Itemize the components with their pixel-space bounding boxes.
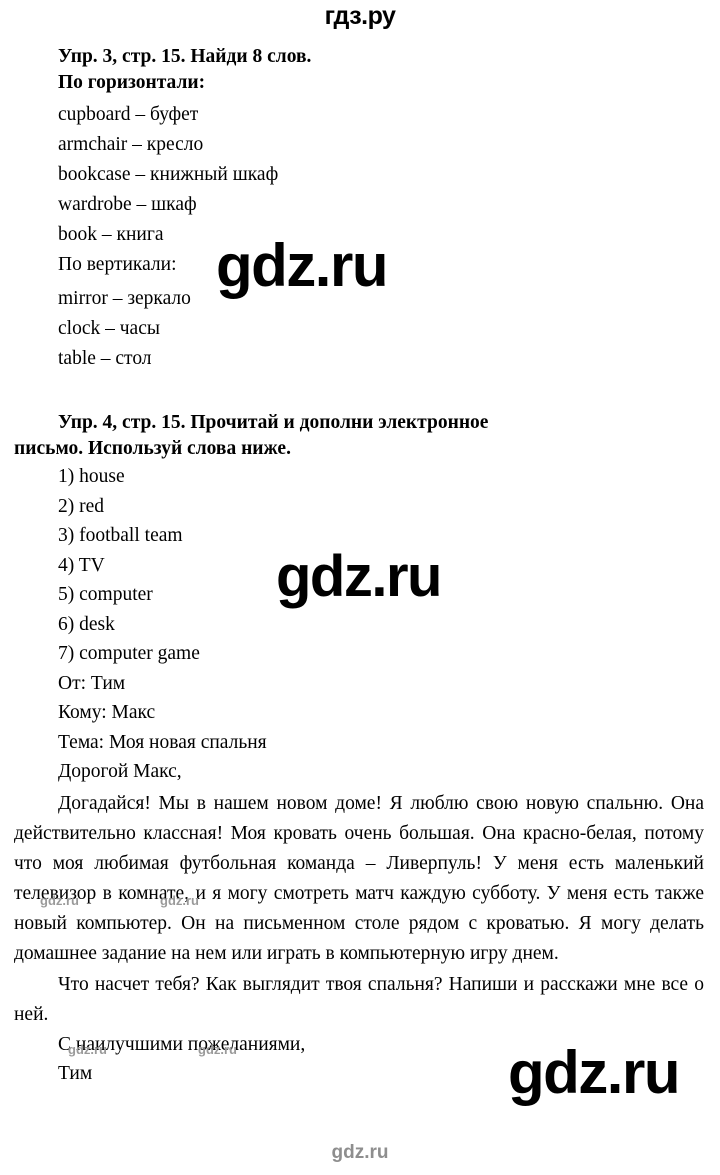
across-label: По горизонтали: bbox=[58, 72, 206, 93]
list-item: armchair – кресло bbox=[58, 134, 204, 155]
answer-page: гдз.ру Упр. 3, стр. 15. Найди 8 слов. По… bbox=[0, 0, 720, 1175]
list-item: cupboard – буфет bbox=[58, 104, 199, 125]
email-subject: Тема: Моя новая спальня bbox=[58, 731, 267, 753]
watermark-large-middle: gdz.ru bbox=[276, 544, 442, 609]
watermark-small-2: gdz.ru bbox=[160, 893, 199, 908]
email-paragraph-1: Догадайся! Мы в нашем новом доме! Я любл… bbox=[14, 792, 704, 964]
email-header-block: От: Тим Кому: Макс Тема: Моя новая спаль… bbox=[14, 669, 706, 787]
exercise-3-heading: Упр. 3, стр. 15. Найди 8 слов. bbox=[58, 46, 312, 67]
list-item: clock – часы bbox=[58, 318, 160, 339]
watermark-small-4: gdz.ru bbox=[198, 1042, 237, 1057]
email-paragraph-2: Что насчет тебя? Как выглядит твоя спаль… bbox=[14, 973, 704, 1025]
list-item: bookcase – книжный шкаф bbox=[58, 164, 279, 185]
watermark-large-bottom: gdz.ru bbox=[508, 1039, 680, 1106]
across-word-list: cupboard – буфет armchair – кресло bookc… bbox=[14, 100, 706, 250]
watermark-small-1: gdz.ru bbox=[40, 893, 79, 908]
site-brand-top: гдз.ру bbox=[324, 2, 396, 30]
email-salutation: Дорогой Макс, bbox=[58, 761, 182, 782]
watermark-large-top: gdz.ru bbox=[216, 232, 388, 299]
list-item: wardrobe – шкаф bbox=[58, 194, 197, 215]
list-item: 2) red bbox=[58, 495, 105, 517]
exercise-4-heading-line2: письмо. Используй слова ниже. bbox=[14, 438, 291, 459]
list-item: 1) house bbox=[58, 466, 125, 487]
list-item: 6) desk bbox=[58, 613, 115, 635]
exercise-4-heading-line1: Упр. 4, стр. 15. Прочитай и дополни элек… bbox=[58, 412, 489, 433]
watermark-small-3: gdz.ru bbox=[68, 1042, 107, 1057]
watermark-footer: gdz.ru bbox=[331, 1142, 389, 1163]
list-item: table – стол bbox=[58, 348, 152, 369]
exercise-4-heading: Упр. 4, стр. 15. Прочитай и дополни элек… bbox=[14, 410, 706, 462]
email-to: Кому: Макс bbox=[58, 702, 156, 723]
email-from: От: Тим bbox=[58, 672, 126, 694]
list-item: 7) computer game bbox=[58, 643, 200, 664]
